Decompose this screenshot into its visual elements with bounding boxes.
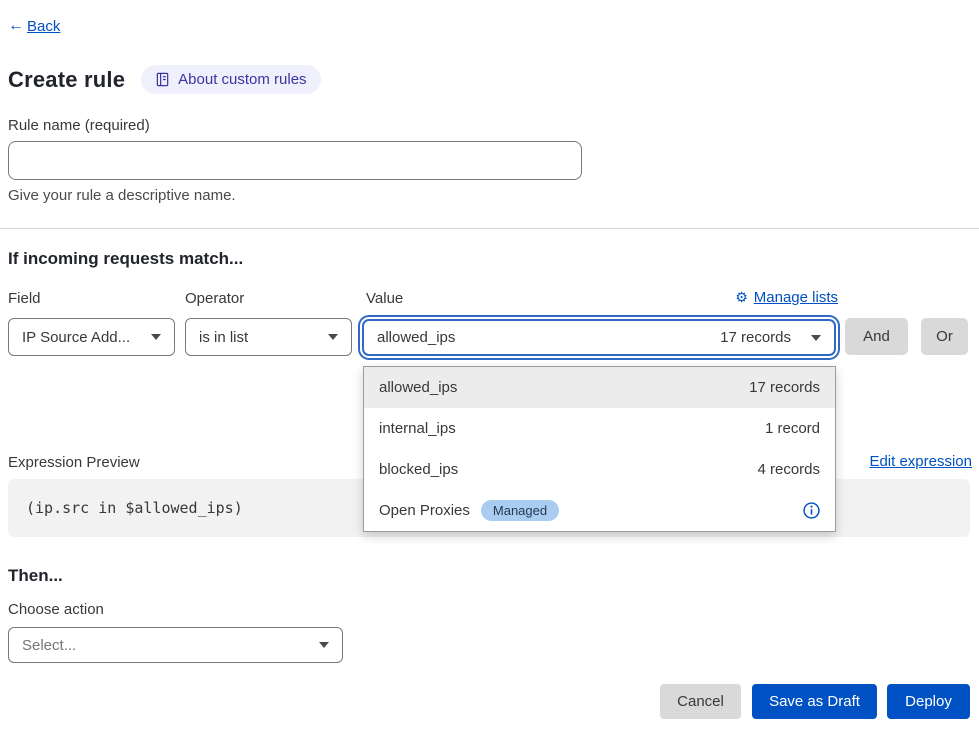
match-section-heading: If incoming requests match... [8, 249, 243, 269]
manage-lists-label: Manage lists [754, 289, 838, 306]
list-item-name: blocked_ips [379, 461, 458, 478]
page-title: Create rule [8, 67, 125, 93]
rule-name-label: Rule name (required) [8, 117, 150, 134]
edit-expression-link[interactable]: Edit expression [869, 453, 972, 470]
list-item-detail: 17 records [749, 379, 820, 396]
value-select[interactable]: allowed_ips 17 records [362, 319, 836, 356]
section-divider [0, 228, 979, 229]
action-select-placeholder: Select... [22, 637, 76, 654]
title-row: Create rule About custom rules [8, 65, 321, 94]
managed-badge: Managed [481, 500, 559, 521]
value-select-record-count: 17 records [720, 329, 791, 346]
cancel-button[interactable]: Cancel [660, 684, 741, 719]
list-item-detail: 1 record [765, 420, 820, 437]
value-select-selected: allowed_ips [377, 329, 455, 346]
chevron-down-icon [319, 642, 329, 648]
manage-lists-link[interactable]: ⚙ Manage lists [735, 289, 838, 306]
list-item-blocked-ips[interactable]: blocked_ips 4 records [364, 449, 835, 490]
list-dropdown: allowed_ips 17 records internal_ips 1 re… [363, 366, 836, 532]
create-rule-page: ← Back Create rule About custom rules Ru… [0, 0, 979, 739]
gear-icon: ⚙ [735, 290, 748, 306]
back-link[interactable]: ← Back [8, 17, 60, 35]
rule-name-helper-text: Give your rule a descriptive name. [8, 187, 236, 204]
field-select-value: IP Source Add... [22, 329, 130, 346]
chevron-down-icon [328, 334, 338, 340]
and-button[interactable]: And [845, 318, 908, 355]
save-as-draft-button[interactable]: Save as Draft [752, 684, 877, 719]
about-custom-rules-link[interactable]: About custom rules [141, 65, 320, 94]
back-arrow-icon: ← [8, 17, 24, 35]
chevron-down-icon [151, 334, 161, 340]
action-select[interactable]: Select... [8, 627, 343, 663]
expression-code: (ip.src in $allowed_ips) [26, 499, 243, 517]
back-label: Back [27, 18, 60, 35]
field-select[interactable]: IP Source Add... [8, 318, 175, 356]
operator-column-label: Operator [185, 290, 244, 307]
rule-name-input[interactable] [8, 141, 582, 180]
value-column-label: Value [366, 290, 403, 307]
operator-select[interactable]: is in list [185, 318, 352, 356]
choose-action-label: Choose action [8, 601, 104, 618]
list-item-allowed-ips[interactable]: allowed_ips 17 records [364, 367, 835, 408]
list-item-open-proxies[interactable]: Open Proxies Managed [364, 490, 835, 531]
chevron-down-icon [811, 335, 821, 341]
list-item-name: Open Proxies [379, 502, 470, 519]
list-item-detail: 4 records [757, 461, 820, 478]
book-icon [155, 72, 170, 87]
info-icon[interactable] [803, 502, 820, 519]
about-custom-rules-label: About custom rules [178, 71, 306, 88]
list-item-name: allowed_ips [379, 379, 457, 396]
deploy-button[interactable]: Deploy [887, 684, 970, 719]
list-item-internal-ips[interactable]: internal_ips 1 record [364, 408, 835, 449]
field-column-label: Field [8, 290, 41, 307]
expression-preview-label: Expression Preview [8, 454, 140, 471]
operator-select-value: is in list [199, 329, 248, 346]
list-item-name: internal_ips [379, 420, 456, 437]
then-section-heading: Then... [8, 566, 63, 586]
or-button[interactable]: Or [921, 318, 968, 355]
